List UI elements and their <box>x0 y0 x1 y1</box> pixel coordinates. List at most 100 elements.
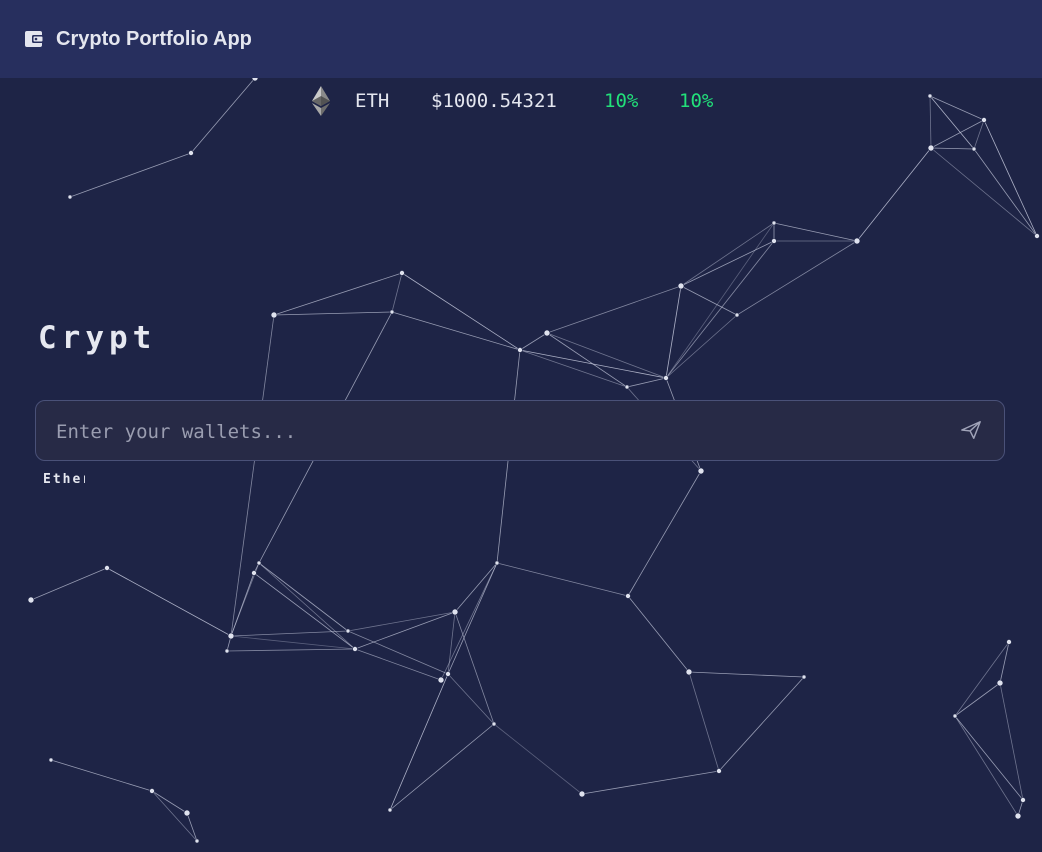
app-title: Crypto Portfolio App <box>56 28 252 50</box>
ticker-change-1: 10% <box>604 90 639 112</box>
network-node <box>399 270 405 276</box>
network-line <box>230 635 356 650</box>
network-node <box>578 790 586 798</box>
network-line <box>447 673 495 725</box>
network-node <box>227 632 235 640</box>
network-line <box>447 611 456 675</box>
network-node <box>491 721 497 727</box>
ticker-symbol: ETH <box>355 90 390 112</box>
network-line <box>493 723 583 795</box>
network-node <box>697 467 705 475</box>
network-line <box>626 377 667 388</box>
wallet-input[interactable] <box>54 401 938 462</box>
network-node <box>352 646 358 652</box>
hero-title: Crypto Portfolio <box>38 320 151 356</box>
network-line <box>190 77 256 154</box>
network-line <box>347 611 456 632</box>
network-node <box>996 679 1004 687</box>
network-line <box>736 240 858 316</box>
network-node <box>27 596 35 604</box>
network-node <box>677 282 685 290</box>
network-node <box>971 146 977 152</box>
network-line <box>856 147 932 242</box>
network-line <box>106 567 232 637</box>
network-line <box>389 673 449 811</box>
network-line <box>354 611 456 650</box>
network-line <box>258 562 349 632</box>
network-node <box>517 347 523 353</box>
network-line <box>230 572 255 637</box>
network-line <box>929 95 932 149</box>
network-line <box>273 272 403 316</box>
network-node <box>663 375 669 381</box>
app-header: Crypto Portfolio App <box>0 0 1042 78</box>
network-line <box>391 311 521 351</box>
network-line <box>50 759 153 792</box>
network-node <box>149 788 155 794</box>
network-line <box>546 332 628 388</box>
ticker-price: $1000.54321 <box>431 90 557 112</box>
network-line <box>665 240 775 379</box>
network-line <box>688 671 720 772</box>
network-line <box>665 314 738 379</box>
network-node <box>771 220 777 226</box>
network-line <box>347 630 449 675</box>
network-line <box>440 562 498 681</box>
network-node <box>771 238 777 244</box>
network-node <box>48 757 54 763</box>
network-node <box>437 676 445 684</box>
network-line <box>581 770 720 795</box>
network-node <box>194 838 200 844</box>
network-node <box>387 807 393 813</box>
network-line <box>930 147 975 150</box>
network-node <box>801 674 807 680</box>
network-node <box>183 809 191 817</box>
network-line <box>151 790 188 814</box>
network-node <box>734 312 740 318</box>
wallet-search-box <box>35 400 1005 462</box>
network-line <box>253 572 356 650</box>
network-line <box>273 311 393 316</box>
network-node <box>1014 812 1022 820</box>
network-line <box>401 272 521 351</box>
ethereum-icon <box>312 86 330 116</box>
network-line <box>186 812 198 842</box>
network-line <box>258 562 356 650</box>
wallet-icon <box>25 31 44 47</box>
network-node <box>67 194 73 200</box>
network-line <box>688 671 805 678</box>
network-line <box>151 790 198 842</box>
network-line <box>391 272 403 313</box>
network-line <box>30 567 108 601</box>
network-line <box>230 314 275 637</box>
network-node <box>188 150 194 156</box>
network-label: Ethereum <box>43 472 85 487</box>
network-line <box>69 152 192 198</box>
network-line <box>519 332 548 351</box>
network-line <box>454 562 498 613</box>
network-node <box>1006 639 1012 645</box>
network-line <box>680 240 775 287</box>
network-node <box>270 311 278 319</box>
send-icon[interactable] <box>960 419 982 441</box>
network-line <box>973 148 1038 237</box>
network-line <box>773 222 858 242</box>
network-line <box>519 349 628 388</box>
network-line <box>665 285 682 379</box>
network-node <box>104 565 110 571</box>
network-line <box>930 147 1038 237</box>
network-line <box>680 285 738 316</box>
network-node <box>224 648 230 654</box>
network-line <box>454 611 495 725</box>
network-line <box>627 470 702 597</box>
network-line <box>519 349 667 379</box>
network-line <box>954 682 1001 717</box>
network-node <box>445 671 451 677</box>
network-node <box>389 309 395 315</box>
network-line <box>230 630 349 637</box>
network-node <box>345 628 351 634</box>
network-node <box>927 93 933 99</box>
network-node <box>927 144 935 152</box>
network-line <box>496 562 629 597</box>
network-line <box>665 222 775 379</box>
